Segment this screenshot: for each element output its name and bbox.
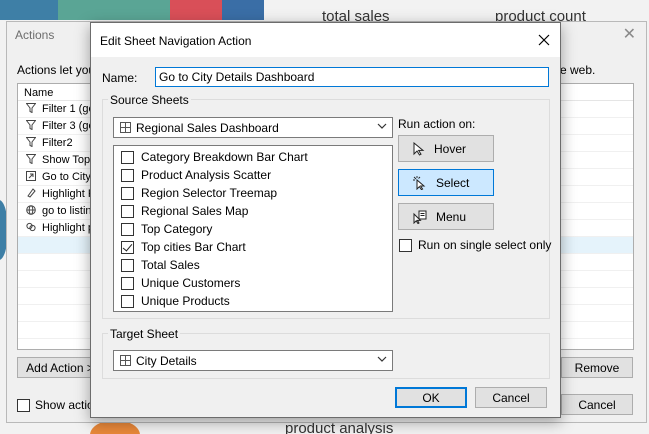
edit-sheet-navigation-dialog: Edit Sheet Navigation Action Name: Sourc… (90, 22, 561, 418)
sheet-item-unique-products[interactable]: Unique Products (121, 294, 230, 308)
go-to-sheet-icon (24, 170, 38, 184)
actions-intro-tail: e web. (560, 63, 596, 77)
sheet-item-label: Unique Customers (141, 276, 241, 290)
target-sheet-select[interactable]: City Details (113, 350, 393, 371)
dialog-titlebar[interactable]: Edit Sheet Navigation Action (91, 23, 560, 57)
sheet-item-label: Region Selector Treemap (141, 186, 278, 200)
dashboard-grid-icon (120, 355, 131, 366)
close-icon[interactable] (538, 29, 550, 49)
run-single-select-box[interactable] (399, 238, 412, 252)
target-sheet-label: Target Sheet (108, 327, 181, 341)
show-actions-checkbox[interactable]: Show action (17, 398, 100, 412)
source-sheets-label: Source Sheets (108, 93, 191, 107)
source-dashboard-value: Regional Sales Dashboard (136, 120, 279, 135)
dashboard-tile-blue (0, 0, 58, 20)
sheet-item-top-cities[interactable]: Top cities Bar Chart (121, 240, 246, 254)
actions-intro-text: Actions let you (17, 63, 96, 77)
sheet-item-label: Category Breakdown Bar Chart (141, 150, 308, 164)
dashboard-tile-teal (58, 0, 170, 20)
action-row-label: Show Top (42, 154, 91, 166)
filter-icon (24, 102, 38, 116)
actions-close-icon[interactable]: ✕ (623, 24, 636, 44)
sheet-item-category-breakdown[interactable]: Category Breakdown Bar Chart (121, 150, 308, 164)
run-single-select-label: Run on single select only (418, 238, 552, 252)
action-row-label: Go to City (42, 171, 91, 183)
link-icon (24, 222, 38, 235)
dialog-title: Edit Sheet Navigation Action (100, 34, 252, 48)
click-pointer-icon (413, 175, 426, 190)
chevron-down-icon (377, 121, 387, 134)
sheet-item-label: Unique Products (141, 294, 230, 308)
sheet-item-regional-sales-map[interactable]: Regional Sales Map (121, 204, 248, 218)
source-dashboard-select[interactable]: Regional Sales Dashboard (113, 117, 393, 138)
sheet-item-label: Top cities Bar Chart (141, 240, 246, 254)
globe-icon (24, 204, 38, 218)
name-input[interactable] (155, 67, 549, 87)
sheet-checkbox[interactable] (121, 168, 134, 182)
remove-button[interactable]: Remove (561, 357, 633, 378)
sheet-item-total-sales[interactable]: Total Sales (121, 258, 200, 272)
sheet-item-product-analysis[interactable]: Product Analysis Scatter (121, 168, 271, 182)
menu-button[interactable]: Menu (398, 203, 494, 230)
hover-button[interactable]: Hover (398, 135, 494, 162)
ok-button[interactable]: OK (395, 387, 467, 408)
hover-button-label: Hover (434, 141, 467, 156)
action-row-label: Highlight P (42, 188, 96, 200)
sheet-checkbox[interactable] (121, 258, 134, 272)
sheet-checkbox[interactable] (121, 150, 134, 164)
filter-icon (24, 136, 38, 150)
action-row-label: Filter 3 (ge (42, 120, 95, 132)
sheet-item-label: Total Sales (141, 258, 200, 272)
sheet-item-label: Product Analysis Scatter (141, 168, 272, 182)
sheet-checkbox[interactable] (121, 186, 134, 200)
action-row-label: Filter2 (42, 137, 73, 149)
chevron-down-icon (377, 354, 387, 367)
name-label: Name: (102, 71, 138, 85)
sheet-item-unique-customers[interactable]: Unique Customers (121, 276, 240, 290)
sheet-checkbox[interactable] (121, 294, 134, 308)
actions-window-title: Actions (15, 28, 55, 42)
dashboard-tile-red (170, 0, 222, 20)
pointer-icon (413, 141, 425, 156)
actions-cancel-button[interactable]: Cancel (561, 394, 633, 415)
select-button[interactable]: Select (398, 169, 494, 196)
dashboard-tile-darkblue (222, 0, 264, 20)
menu-button-label: Menu (436, 209, 467, 224)
filter-icon (24, 119, 38, 133)
filter-icon (24, 153, 38, 167)
cancel-button[interactable]: Cancel (475, 387, 547, 408)
sheet-checkbox[interactable] (121, 222, 134, 236)
target-sheet-value: City Details (136, 353, 197, 368)
sheet-checkbox-checked[interactable] (121, 240, 134, 254)
select-button-label: Select (436, 175, 470, 190)
sheet-item-label: Top Category (141, 222, 213, 236)
highlight-icon (24, 187, 38, 201)
run-single-select-checkbox[interactable]: Run on single select only (399, 238, 551, 252)
sheet-item-region-selector[interactable]: Region Selector Treemap (121, 186, 277, 200)
sheet-item-top-category[interactable]: Top Category (121, 222, 212, 236)
sheet-checkbox[interactable] (121, 276, 134, 290)
show-actions-checkbox-box[interactable] (17, 398, 30, 412)
menu-pointer-icon (413, 210, 427, 224)
run-action-label: Run action on: (398, 117, 476, 131)
sheet-checkbox[interactable] (121, 204, 134, 218)
dashboard-grid-icon (120, 122, 131, 133)
sheet-item-label: Regional Sales Map (141, 204, 249, 218)
action-row-label: Filter 1 (ge (42, 103, 95, 115)
action-row-label: go to listin (42, 205, 92, 217)
source-sheets-list[interactable]: Category Breakdown Bar Chart Product Ana… (113, 145, 393, 312)
